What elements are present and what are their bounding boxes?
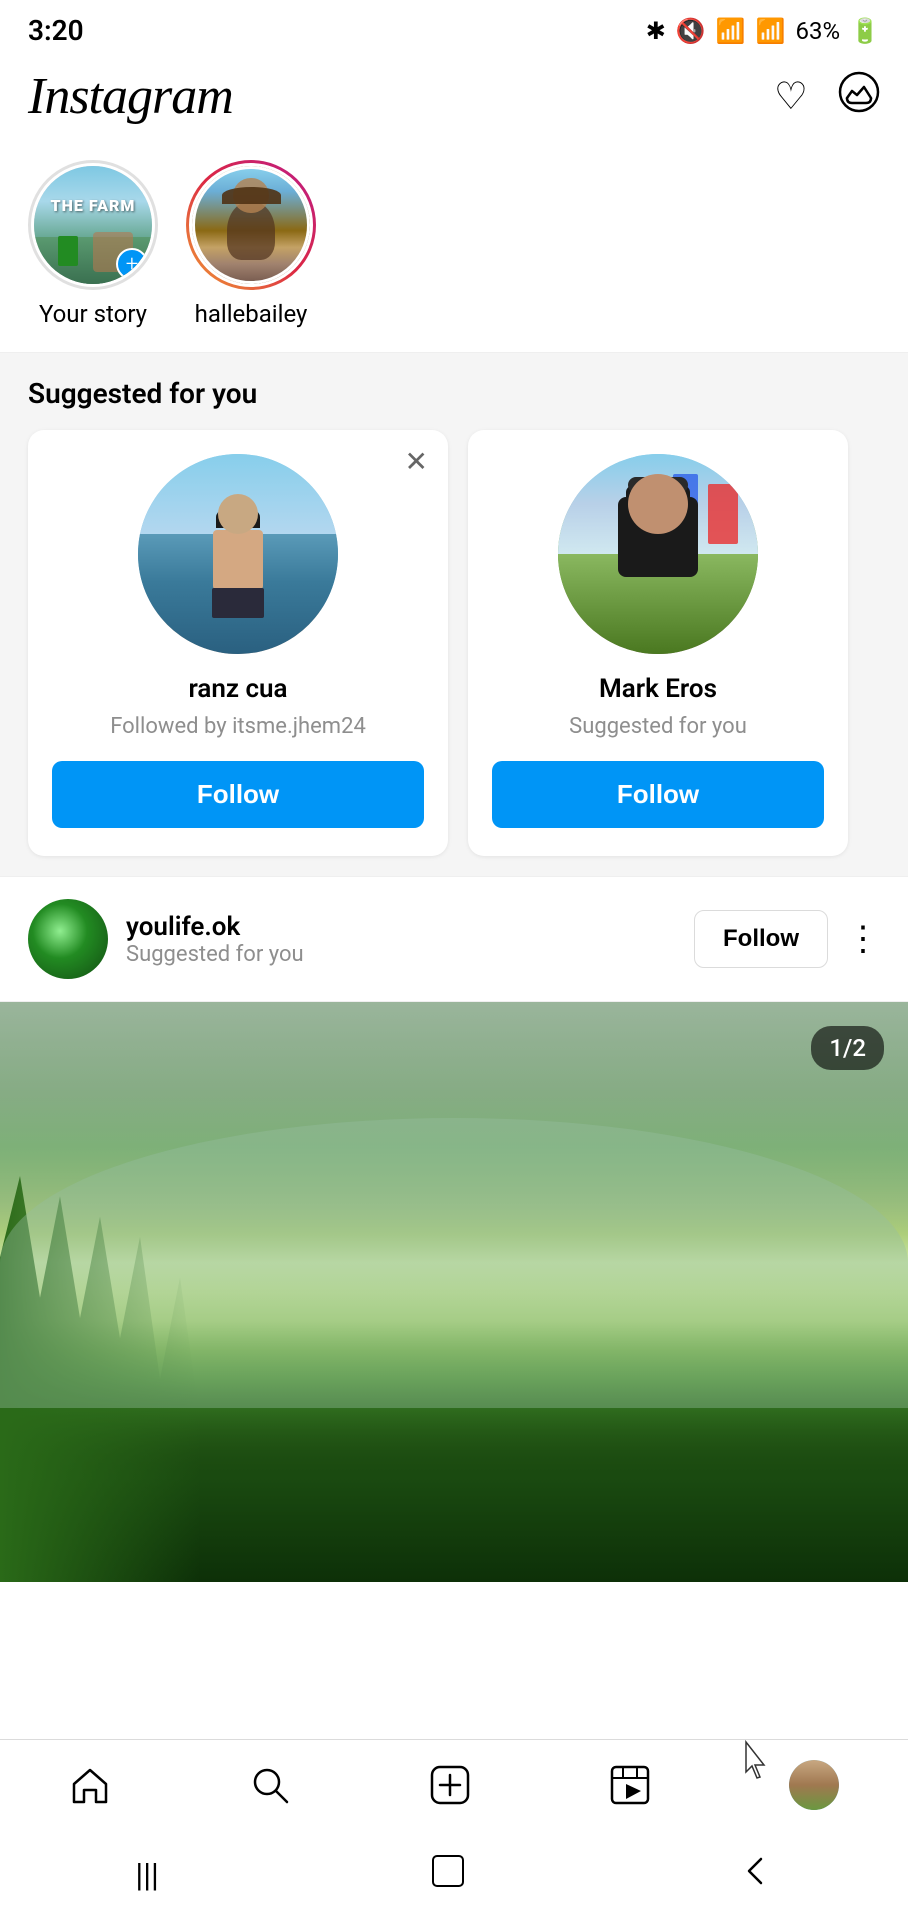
bluetooth-icon: ✱ bbox=[646, 17, 666, 45]
mark-subtitle: Suggested for you bbox=[492, 714, 824, 739]
close-card-ranz[interactable]: ✕ bbox=[405, 448, 428, 476]
wifi-icon: 📶 bbox=[716, 17, 746, 45]
search-nav-icon[interactable] bbox=[249, 1764, 291, 1806]
system-nav: ||| bbox=[0, 1830, 908, 1920]
follow-youlife-button[interactable]: Follow bbox=[694, 910, 828, 968]
post-suggestion-row: youlife.ok Suggested for you Follow ⋮ bbox=[0, 876, 908, 1002]
home-nav-icon[interactable] bbox=[69, 1764, 111, 1806]
follow-ranz-button[interactable]: Follow bbox=[52, 761, 424, 828]
hallebailey-story-ring bbox=[186, 160, 316, 290]
battery-indicator: 63% bbox=[796, 17, 841, 45]
bottom-nav bbox=[0, 1739, 908, 1830]
youlife-username: youlife.ok bbox=[126, 912, 676, 942]
back-nav-icon[interactable] bbox=[737, 1853, 773, 1897]
profile-nav-icon[interactable] bbox=[789, 1760, 839, 1810]
instagram-logo: Instagram bbox=[28, 67, 233, 126]
hallebailey-story-label: hallebailey bbox=[195, 300, 308, 328]
reels-nav-icon[interactable] bbox=[609, 1764, 651, 1806]
your-story-item[interactable]: THE FARM + Your story bbox=[28, 160, 158, 328]
home-sys-icon[interactable] bbox=[430, 1853, 466, 1897]
post-suggestion-info: youlife.ok Suggested for you bbox=[126, 912, 676, 967]
mark-name: Mark Eros bbox=[492, 674, 824, 704]
hallebailey-story-avatar bbox=[189, 163, 313, 287]
more-options-icon[interactable]: ⋮ bbox=[846, 919, 880, 959]
post-counter-badge: 1/2 bbox=[811, 1026, 884, 1070]
suggestion-card-mark: Mark Eros Suggested for you Follow bbox=[468, 430, 848, 856]
status-icons: ✱ 🔇 📶 📶 63% 🔋 bbox=[646, 17, 880, 45]
menu-nav-icon[interactable]: ||| bbox=[135, 1856, 158, 1894]
header: Instagram ♡ bbox=[0, 57, 908, 144]
post-suggestion-actions: Follow ⋮ bbox=[694, 910, 880, 968]
add-story-badge[interactable]: + bbox=[116, 248, 148, 280]
ranz-name: ranz cua bbox=[52, 674, 424, 704]
follow-mark-button[interactable]: Follow bbox=[492, 761, 824, 828]
mark-avatar[interactable] bbox=[558, 454, 758, 654]
ranz-subtitle: Followed by itsme.jhem24 bbox=[52, 714, 424, 739]
suggested-cards: ✕ bbox=[0, 430, 908, 856]
suggested-title: Suggested for you bbox=[0, 377, 908, 430]
battery-icon: 🔋 bbox=[850, 17, 880, 45]
youlife-subtitle: Suggested for you bbox=[126, 942, 676, 967]
heart-icon[interactable]: ♡ bbox=[774, 74, 808, 119]
mute-icon: 🔇 bbox=[676, 17, 706, 45]
suggestion-card-ranz: ✕ bbox=[28, 430, 448, 856]
header-icons: ♡ bbox=[774, 71, 880, 122]
suggested-section: Suggested for you ✕ bbox=[0, 353, 908, 876]
signal-icon: 📶 bbox=[756, 17, 786, 45]
your-story-ring: THE FARM + bbox=[28, 160, 158, 290]
messenger-icon[interactable] bbox=[838, 71, 880, 122]
your-story-avatar: THE FARM + bbox=[31, 163, 155, 287]
status-bar: 3:20 ✱ 🔇 📶 📶 63% 🔋 bbox=[0, 0, 908, 57]
hallebailey-story-item[interactable]: hallebailey bbox=[186, 160, 316, 328]
youlife-avatar[interactable] bbox=[28, 899, 108, 979]
status-time: 3:20 bbox=[28, 14, 84, 47]
stories-section: THE FARM + Your story h bbox=[0, 144, 908, 353]
ranz-avatar[interactable] bbox=[138, 454, 338, 654]
add-nav-icon[interactable] bbox=[429, 1764, 471, 1806]
your-story-label: Your story bbox=[39, 300, 147, 328]
post-image: 1/2 bbox=[0, 1002, 908, 1582]
